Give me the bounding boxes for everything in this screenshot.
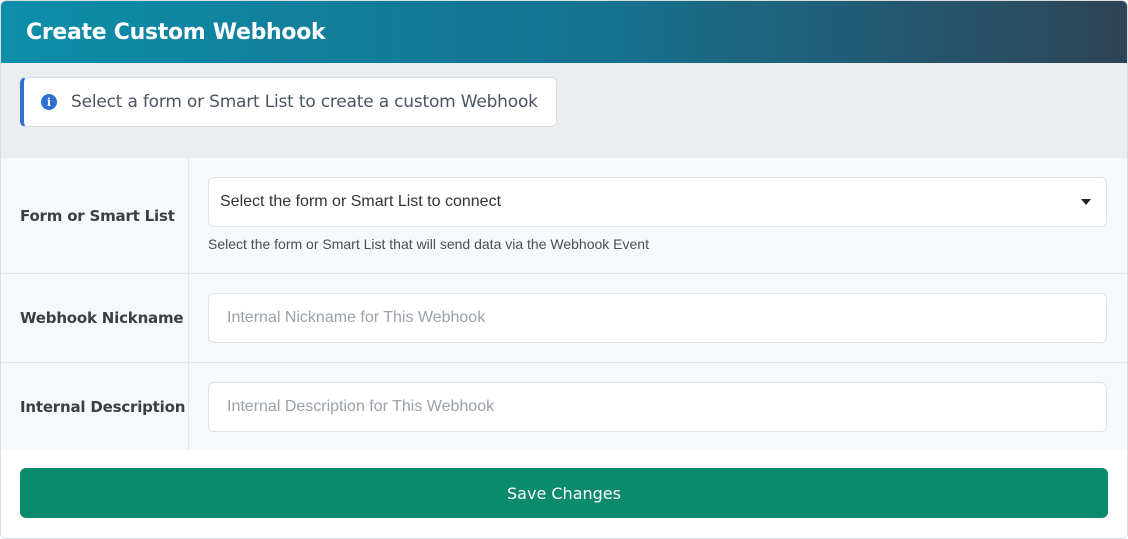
form-row-nickname: Webhook Nickname: [1, 274, 1127, 363]
source-select[interactable]: Select the form or Smart List to connect: [208, 177, 1107, 227]
info-circle-icon: i: [41, 94, 57, 110]
source-select-value: Select the form or Smart List to connect: [220, 193, 502, 210]
save-button[interactable]: Save Changes: [20, 468, 1108, 518]
form-row-description: Internal Description: [1, 363, 1127, 452]
description-label: Internal Description: [1, 363, 189, 451]
caret-down-icon: [1081, 199, 1091, 205]
source-field-cell: Select the form or Smart List to connect…: [189, 158, 1127, 273]
nickname-label: Webhook Nickname: [1, 274, 189, 362]
modal-header: Create Custom Webhook: [1, 1, 1127, 63]
modal-footer: Save Changes: [1, 450, 1127, 538]
create-webhook-modal: Create Custom Webhook i Select a form or…: [0, 0, 1128, 539]
source-help-text: Select the form or Smart List that will …: [208, 236, 649, 252]
modal-title: Create Custom Webhook: [26, 19, 326, 45]
source-label: Form or Smart List: [1, 158, 189, 273]
info-area: i Select a form or Smart List to create …: [1, 63, 1127, 158]
webhook-form: Form or Smart List Select the form or Sm…: [1, 158, 1127, 452]
nickname-input[interactable]: [208, 293, 1107, 343]
form-row-source: Form or Smart List Select the form or Sm…: [1, 158, 1127, 274]
info-text: Select a form or Smart List to create a …: [71, 92, 538, 112]
nickname-field-cell: [189, 274, 1127, 362]
description-field-cell: [189, 363, 1127, 451]
description-input[interactable]: [208, 382, 1107, 432]
info-alert: i Select a form or Smart List to create …: [20, 77, 557, 127]
